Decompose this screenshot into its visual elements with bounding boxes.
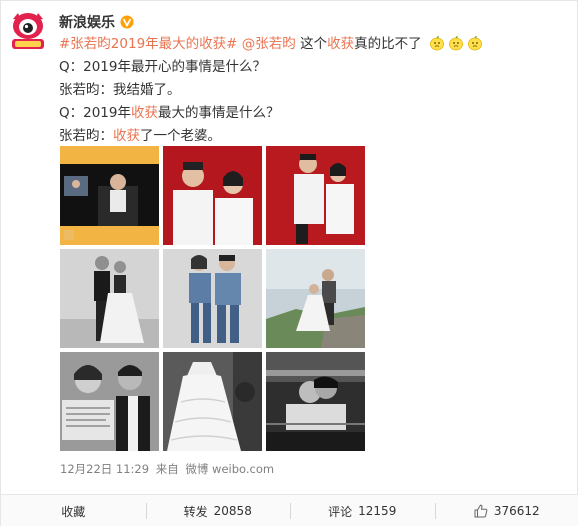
post-line-3: 张若昀：我结婚了。 <box>59 82 181 98</box>
author-name[interactable]: 新浪娱乐 <box>59 12 115 32</box>
image-couple-red-2[interactable] <box>266 146 365 245</box>
image-video-frame[interactable] <box>60 146 159 245</box>
image-couple-bw-dress[interactable] <box>60 249 159 348</box>
mention-link[interactable]: @张若昀 <box>242 36 296 52</box>
image-couple-denim[interactable] <box>163 249 262 348</box>
comment-count: 12159 <box>358 504 397 518</box>
post-line-5: 张若昀：收获了一个老婆。 <box>59 125 559 148</box>
image-bw-car-kiss[interactable] <box>266 352 365 451</box>
lemon-emoji-icon <box>448 35 463 51</box>
repost-label: 转发 <box>183 504 208 519</box>
author-block: 新浪娱乐 <box>59 12 134 32</box>
like-button[interactable]: 376612 <box>434 495 578 526</box>
post-text-segment: 了一个老婆。 <box>140 128 221 144</box>
image-bw-tulle-dress[interactable] <box>163 352 262 451</box>
post-text-segment: Q：2019年 <box>59 105 131 121</box>
like-count: 376612 <box>493 504 540 518</box>
image-couple-outdoor[interactable] <box>266 249 365 348</box>
lemon-emoji-icon <box>467 35 482 51</box>
thumbs-up-icon <box>474 504 488 518</box>
highlight-keyword: 收获 <box>130 105 158 121</box>
action-bar: 收藏 转发 20858 评论 12159 376612 <box>1 494 578 526</box>
post-text-segment: 张若昀： <box>59 128 113 144</box>
highlight-keyword: 收获 <box>327 36 355 52</box>
post-text-segment: 这个 <box>295 36 328 52</box>
post-line-2: Q：2019年最开心的事情是什么？ <box>59 59 266 75</box>
source-link[interactable]: 微博 weibo.com <box>185 462 274 476</box>
lemon-emoji-icon <box>429 35 444 51</box>
weibo-card: 新浪娱乐 #张若昀2019年最大的收获# @张若昀 这个收获真的比不了 Q：20… <box>0 0 578 526</box>
highlight-keyword: 收获 <box>113 128 140 144</box>
post-line-4: Q：2019年收获最大的事情是什么？ <box>59 102 559 125</box>
image-couple-bw-newspaper[interactable] <box>60 352 159 451</box>
post-line-1: #张若昀2019年最大的收获# @张若昀 这个收获真的比不了 <box>59 33 559 56</box>
comment-label: 评论 <box>328 504 353 519</box>
hashtag-link[interactable]: #张若昀2019年最大的收获# <box>59 36 237 52</box>
comment-button[interactable]: 评论 12159 <box>290 495 435 526</box>
post-text-segment: 最大的事情是什么？ <box>157 105 280 121</box>
post-meta: 12月22日 11:29 来自 微博 weibo.com <box>60 461 277 477</box>
collect-button[interactable]: 收藏 <box>1 495 146 526</box>
post-text-segment: 真的比不了 <box>354 36 422 52</box>
sina-ent-logo-icon <box>8 10 48 50</box>
avatar[interactable] <box>7 9 49 51</box>
collect-label: 收藏 <box>61 504 86 519</box>
repost-button[interactable]: 转发 20858 <box>145 495 291 526</box>
repost-count: 20858 <box>213 504 252 518</box>
image-grid <box>60 146 365 451</box>
verified-badge-icon <box>120 15 134 29</box>
post-time[interactable]: 12月22日 11:29 <box>60 462 149 476</box>
post-text: #张若昀2019年最大的收获# @张若昀 这个收获真的比不了 Q：2019年最开… <box>59 33 559 148</box>
source-prefix: 来自 <box>155 462 179 476</box>
image-couple-red-1[interactable] <box>163 146 262 245</box>
